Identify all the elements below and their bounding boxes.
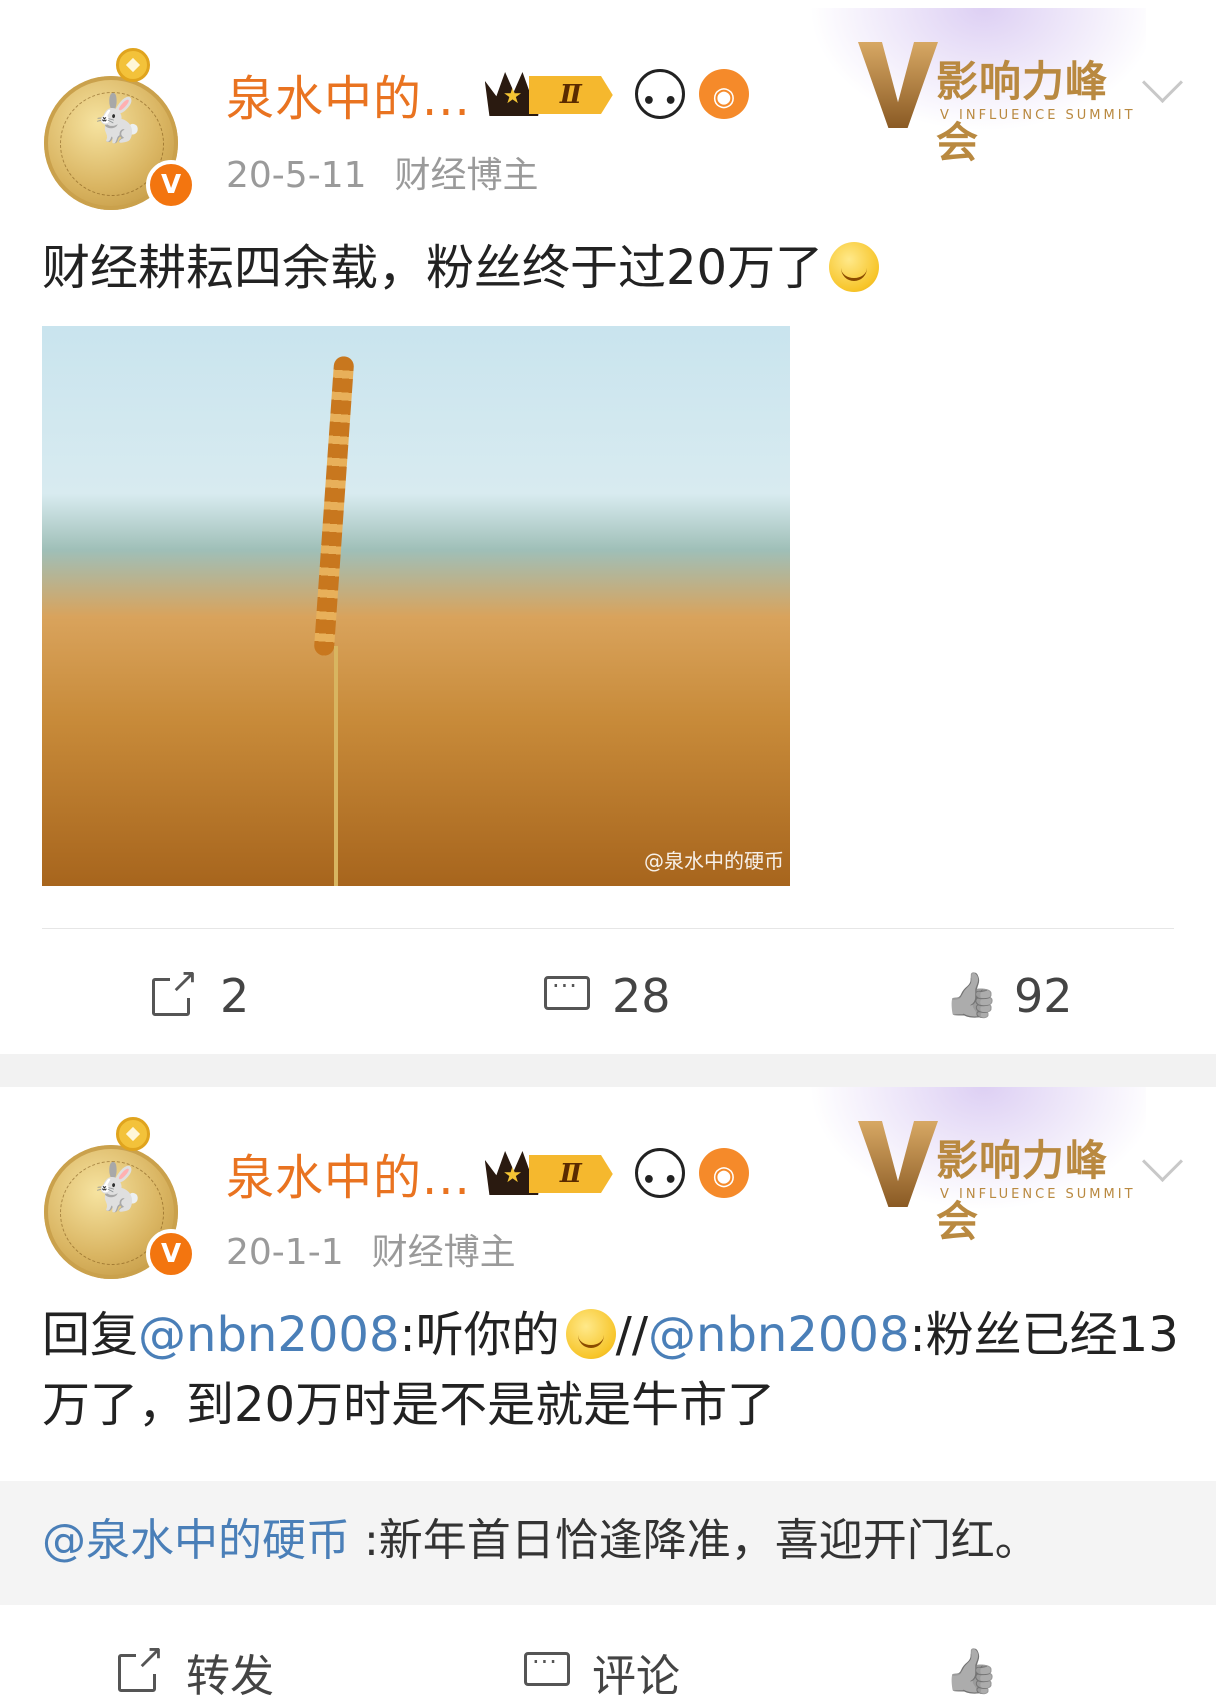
post-date: 20-5-11 bbox=[226, 155, 367, 196]
post-image-wheat[interactable]: @泉水中的硬币 bbox=[42, 326, 790, 886]
action-bar-2: 转发 评论 bbox=[0, 1636, 1216, 1708]
post-meta: 20-5-11 财经博主 bbox=[226, 146, 539, 198]
user-tag: 财经博主 bbox=[394, 155, 539, 196]
chevron-down-icon[interactable] bbox=[1138, 68, 1188, 100]
quote-author[interactable]: @泉水中的硬币 bbox=[42, 1515, 350, 1566]
panda-icon[interactable] bbox=[634, 1148, 685, 1198]
comment-button[interactable]: 评论 bbox=[522, 1636, 680, 1708]
user-tag: 财经博主 bbox=[371, 1232, 516, 1273]
avatar[interactable]: 🐇 V bbox=[44, 1117, 196, 1279]
influence-summit-logo[interactable]: 影响力峰会 V INFLUENCE SUMMIT bbox=[858, 42, 1148, 167]
image-watermark: @泉水中的硬币 bbox=[644, 849, 784, 873]
panda-icon[interactable] bbox=[634, 69, 685, 119]
crown-icon[interactable]: Ⅱ bbox=[484, 68, 621, 120]
vip-level: Ⅱ bbox=[528, 76, 613, 114]
reply-text: 回复@nbn2008:听你的//@nbn2008:粉丝已经13万了，到20万时是… bbox=[42, 1307, 1179, 1433]
rabbit-emblem: 🐇 bbox=[88, 1160, 146, 1214]
quote-text: :新年首日恰逢降准，喜迎开门红。 bbox=[350, 1515, 1039, 1566]
verified-badge: V bbox=[146, 1229, 196, 1279]
post-text: 财经耕耘四余载，粉丝终于过20万了 bbox=[42, 236, 880, 300]
vip-level: Ⅱ bbox=[528, 1155, 613, 1193]
crown-icon[interactable]: Ⅱ bbox=[484, 1147, 621, 1199]
repost-count: 2 bbox=[220, 969, 250, 1023]
influence-summit-logo[interactable]: 影响力峰会 V INFLUENCE SUMMIT bbox=[858, 1121, 1148, 1246]
quoted-post[interactable]: @泉水中的硬币 :新年首日恰逢降准，喜迎开门红。 bbox=[0, 1481, 1216, 1605]
username[interactable]: 泉水中的... bbox=[226, 59, 471, 129]
like-icon bbox=[944, 970, 996, 1022]
action-bar: 2 28 92 bbox=[0, 960, 1216, 1032]
share-icon bbox=[116, 1640, 168, 1698]
mention-link[interactable]: @nbn2008 bbox=[648, 1307, 909, 1363]
brand-subtitle: V INFLUENCE SUMMIT bbox=[940, 108, 1136, 123]
name-row: 泉水中的... Ⅱ bbox=[226, 59, 749, 129]
like-icon bbox=[944, 1646, 996, 1698]
rabbit-emblem: 🐇 bbox=[88, 91, 146, 145]
lucky-knot-icon bbox=[116, 1117, 150, 1151]
like-count: 92 bbox=[1014, 969, 1073, 1023]
wheat-ear bbox=[313, 355, 355, 657]
name-row: 泉水中的... Ⅱ bbox=[226, 1138, 749, 1208]
post-meta: 20-1-1 财经博主 bbox=[226, 1223, 516, 1275]
like-button[interactable] bbox=[944, 1636, 1014, 1708]
comment-label: 评论 bbox=[592, 1651, 680, 1702]
comment-icon bbox=[522, 1646, 574, 1698]
comment-count: 28 bbox=[612, 969, 671, 1023]
share-icon bbox=[150, 964, 202, 1022]
post-card-1: 🐇 V 泉水中的... Ⅱ 20-5-11 财经博主 影响力峰会 V INFLUE… bbox=[0, 0, 1216, 1054]
fish-icon[interactable] bbox=[698, 1148, 749, 1198]
v-logo-icon bbox=[858, 42, 938, 128]
repost-button[interactable]: 2 bbox=[150, 960, 249, 1032]
post-date: 20-1-1 bbox=[226, 1232, 344, 1273]
fish-icon[interactable] bbox=[698, 69, 749, 119]
username[interactable]: 泉水中的... bbox=[226, 1138, 471, 1208]
v-logo-icon bbox=[858, 1121, 938, 1207]
comment-button[interactable]: 28 bbox=[542, 960, 671, 1032]
smile-emoji bbox=[565, 1309, 616, 1359]
chevron-down-icon[interactable] bbox=[1138, 1147, 1188, 1179]
avatar[interactable]: 🐇 V bbox=[44, 48, 196, 210]
verified-badge: V bbox=[146, 160, 196, 210]
repost-button[interactable]: 转发 bbox=[116, 1636, 274, 1708]
divider bbox=[42, 928, 1174, 929]
repost-label: 转发 bbox=[186, 1651, 274, 1702]
comment-icon bbox=[542, 970, 594, 1022]
mention-link[interactable]: @nbn2008 bbox=[138, 1307, 399, 1363]
like-button[interactable]: 92 bbox=[944, 960, 1073, 1032]
brand-subtitle: V INFLUENCE SUMMIT bbox=[940, 1187, 1136, 1202]
lucky-knot-icon bbox=[116, 48, 150, 82]
smile-emoji bbox=[829, 242, 880, 292]
